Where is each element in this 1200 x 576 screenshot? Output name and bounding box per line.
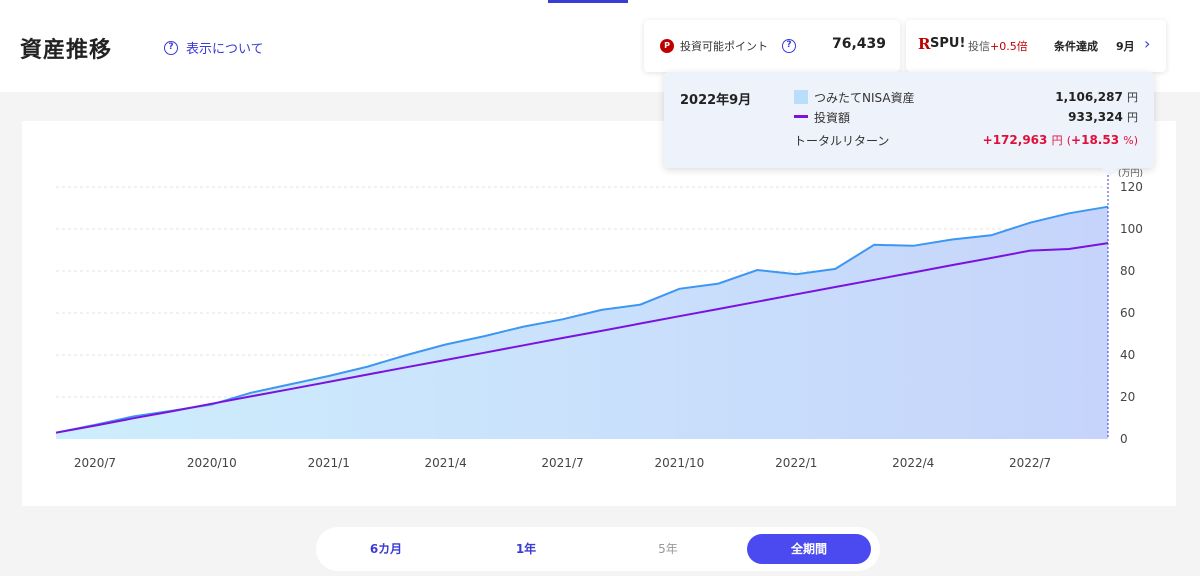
investable-points-card: P 投資可能ポイント ? 76,439 <box>644 20 900 72</box>
asset-value: 1,106,287 円 <box>1055 89 1138 105</box>
invest-value: 933,324 円 <box>1068 109 1138 125</box>
question-icon: ? <box>164 40 178 55</box>
asset-legend-swatch <box>794 90 808 104</box>
spu-bonus: +0.5倍 <box>990 40 1028 53</box>
y-axis-unit-label: (万円) <box>1118 168 1143 179</box>
total-return-value: +172,963 円 (+18.53 %) <box>983 132 1138 148</box>
rakuten-point-icon: P <box>660 39 674 53</box>
pct-unit: % <box>1123 134 1134 147</box>
period-5-years-button: 5年 <box>658 542 678 556</box>
y-tick-label: 60 <box>1120 306 1135 320</box>
page-title: 資産推移 <box>20 38 113 63</box>
rakuten-r-logo: R <box>918 35 931 53</box>
spu-condition-label: 条件達成 <box>1054 40 1098 53</box>
y-tick-label: 20 <box>1120 390 1135 404</box>
y-tick-label: 40 <box>1120 348 1135 362</box>
active-tab-indicator <box>548 0 628 3</box>
display-help-link[interactable]: ? 表示について <box>164 38 264 57</box>
points-help-icon[interactable]: ? <box>782 39 796 53</box>
return-pct: +18.53 <box>1071 133 1120 147</box>
y-tick-label: 100 <box>1120 222 1143 236</box>
y-tick-label: 80 <box>1120 264 1135 278</box>
x-tick-label: 2020/7 <box>74 456 116 470</box>
asset-chart-card: 0 20 40 60 80 100 120 2020/7 2020/10 2021/1 2021/… <box>22 121 1176 506</box>
x-tick-label: 2022/1 <box>775 456 817 470</box>
yen-unit: 円 <box>1051 134 1063 147</box>
chart-tooltip: 2022年9月 つみたてNISA資産 1,106,287 円 投資額 933,3… <box>664 72 1154 176</box>
asset-chart[interactable]: 0 20 40 60 80 100 120 2020/7 2020/10 2021/1 2021/… <box>22 121 1176 506</box>
x-tick-label: 2021/7 <box>541 456 583 470</box>
close-paren: ) <box>1133 134 1138 147</box>
invest-legend-swatch <box>794 115 808 118</box>
y-tick-label: 0 <box>1120 432 1128 446</box>
yen-unit: 円 <box>1127 111 1138 124</box>
x-tick-label: 2022/4 <box>892 456 934 470</box>
spu-logo: SPU! <box>930 36 966 51</box>
return-amount: +172,963 <box>982 133 1048 147</box>
points-value: 76,439 <box>831 36 886 52</box>
period-1-year-button[interactable]: 1年 <box>464 534 588 564</box>
x-tick-label: 2021/4 <box>425 456 467 470</box>
y-tick-label: 120 <box>1120 180 1143 194</box>
total-return-label: トータルリターン <box>794 134 890 148</box>
tooltip-date: 2022年9月 <box>680 93 752 108</box>
spu-month: 9月 <box>1116 40 1135 53</box>
period-selector: 6カ月 1年 5年 全期間 <box>316 527 880 571</box>
points-label: 投資可能ポイント <box>680 40 768 53</box>
x-tick-label: 2021/10 <box>654 456 704 470</box>
x-tick-label: 2022/7 <box>1009 456 1051 470</box>
spu-investment-info: 投信+0.5倍 <box>968 38 1028 54</box>
yen-unit: 円 <box>1127 91 1138 104</box>
period-all-button[interactable]: 全期間 <box>747 534 871 564</box>
asset-value-number: 1,106,287 <box>1055 90 1123 104</box>
x-tick-label: 2021/1 <box>308 456 350 470</box>
x-tick-label: 2020/10 <box>187 456 237 470</box>
period-6-months-button[interactable]: 6カ月 <box>324 534 448 564</box>
chevron-right-icon: › <box>1144 34 1151 53</box>
display-help-label: 表示について <box>186 42 264 57</box>
spu-investment-label: 投信 <box>968 40 990 53</box>
asset-legend-label: つみたてNISA資産 <box>814 91 915 105</box>
spu-card[interactable]: R SPU! 投信+0.5倍 条件達成 9月 › <box>906 20 1166 72</box>
invest-value-number: 933,324 <box>1068 110 1123 124</box>
invest-legend-label: 投資額 <box>814 111 851 125</box>
